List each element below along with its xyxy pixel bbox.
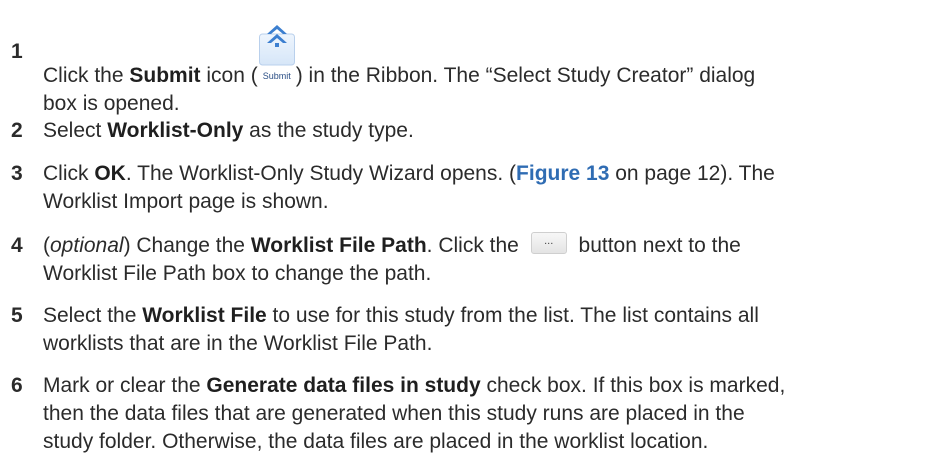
submit-term: Submit: [129, 64, 201, 87]
step-text: Click OK. The Worklist-Only Study Wizard…: [43, 160, 923, 216]
text-line: worklists that are in the Worklist File …: [43, 332, 433, 355]
worklist-only-term: Worklist-Only: [107, 119, 244, 142]
step-number: 1: [11, 40, 23, 63]
text-line: study folder. Otherwise, the data files …: [43, 430, 709, 453]
step-number: 2: [11, 119, 23, 142]
step-number: 6: [11, 374, 23, 397]
text-line: Worklist File Path box to change the pat…: [43, 262, 432, 285]
ok-term: OK: [94, 162, 126, 185]
text-line: Worklist Import page is shown.: [43, 190, 329, 213]
text-run: ) Change the: [123, 234, 251, 257]
step-text: Click the Submit icon ( Submit ) in the R…: [43, 25, 923, 118]
step-number: 3: [11, 162, 23, 185]
step-number: 4: [11, 234, 23, 257]
submit-icon: Submit: [258, 25, 295, 84]
step-text: Select the Worklist File to use for this…: [43, 302, 923, 358]
text-run: . The Worklist-Only Study Wizard opens. …: [125, 162, 517, 185]
step-text: Select Worklist-Only as the study type.: [43, 117, 923, 145]
text-run: button next to the: [572, 234, 741, 257]
text-run: ) in the Ribbon. The “Select Study Creat…: [295, 64, 756, 87]
text-run: Select the: [43, 304, 143, 327]
ellipsis-button-icon: ...: [530, 232, 567, 254]
ellipsis-button-label: ...: [544, 235, 554, 247]
text-run: (: [43, 234, 50, 257]
worklist-file-term: Worklist File: [142, 304, 267, 327]
text-run: Mark or clear the: [43, 374, 207, 397]
figure-13-link[interactable]: Figure 13: [516, 162, 609, 185]
text-run: Click the: [43, 64, 130, 87]
step-text: Mark or clear the Generate data files in…: [43, 372, 923, 456]
text-line: box is opened.: [43, 92, 180, 115]
generate-data-files-term: Generate data files in study: [206, 374, 481, 397]
text-run: icon (: [200, 64, 258, 87]
text-run: on page 12). The: [609, 162, 775, 185]
worklist-file-path-term: Worklist File Path: [250, 234, 427, 257]
text-run: to use for this study from the list. The…: [266, 304, 759, 327]
step-number: 5: [11, 304, 23, 327]
text-run: check box. If this box is marked,: [480, 374, 786, 397]
text-run: Select: [43, 119, 108, 142]
text-run: . Click the: [426, 234, 525, 257]
optional-term: optional: [50, 234, 124, 257]
submit-icon-label: Submit: [262, 71, 291, 81]
text-run: Click: [43, 162, 95, 185]
text-line: then the data files that are generated w…: [43, 402, 745, 425]
step-text: (optional) Change the Worklist File Path…: [43, 232, 923, 288]
text-run: as the study type.: [243, 119, 414, 142]
